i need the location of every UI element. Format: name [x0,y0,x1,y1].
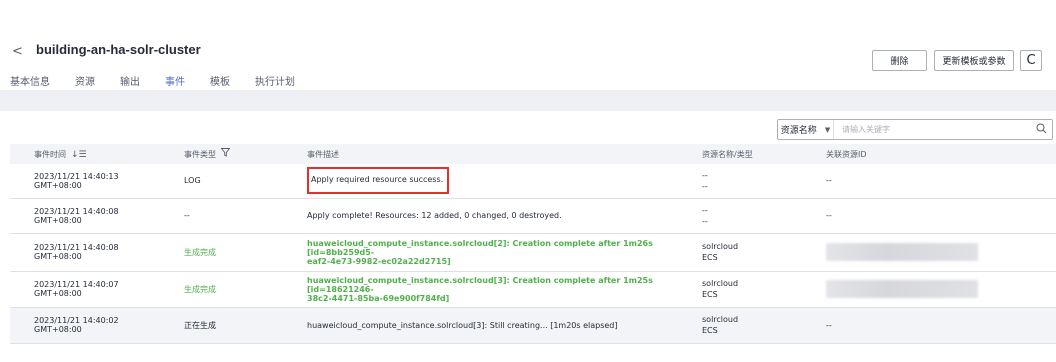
col-header-resource: 资源名称/类型 [678,144,802,164]
resource-name-type: solrcloud ECS [678,307,802,344]
refresh-button[interactable]: C [1020,50,1042,71]
event-time: 2023/11/21 14:40:07 GMT+08:00 [10,271,160,308]
event-desc: Apply complete! Resources: 12 added, 0 c… [283,198,678,234]
filter-icon[interactable] [220,148,231,160]
search-icon[interactable] [1030,123,1052,137]
resource-name-type: -- -- [678,198,802,234]
col-header-time[interactable]: 事件时间 ↓☰ [10,144,160,164]
event-time: 2023/11/21 14:40:02 GMT+08:00 [10,307,160,344]
page-header: < building-an-ha-solr-cluster 基本信息 资源 输出… [0,0,1056,96]
col-header-related: 关联资源ID [802,144,1056,164]
redacted-resource-id [826,243,978,261]
col-header-desc: 事件描述 [283,144,678,164]
related-resource-id: -- [802,307,1056,344]
resource-name-type: solrcloud ECS [678,271,802,308]
event-desc: huaweicloud_compute_instance.solrcloud[3… [283,271,678,308]
resource-name-type: -- -- [678,164,802,199]
related-resource-id [802,271,1056,308]
related-resource-id: -- [802,164,1056,199]
event-desc: huaweicloud_compute_instance.solrcloud[3… [283,307,678,344]
event-type: 生成完成 [160,271,283,308]
event-desc: huaweicloud_compute_instance.solrcloud[2… [283,233,678,272]
table-header-row: 事件时间 ↓☰ 事件类型 事件描述 资源名称/类型 关联资源ID [10,144,1056,164]
event-time: 2023/11/21 14:40:13 GMT+08:00 [10,164,160,199]
col-header-type[interactable]: 事件类型 [160,144,283,164]
filter-field-label: 资源名称 [780,126,817,136]
events-panel: 资源名称 ▼ 事件时间↓☰ 事件类型 事件描述 资源名称/类型 关联资源ID [10,111,1056,362]
refresh-icon: C [1026,53,1036,68]
events-table: 事件时间 ↓☰ 事件类型 事件描述 资源名称/类型 关联资源ID 2023/11/… [10,144,1056,344]
resource-name-type: solrcloud ECS [678,233,802,272]
highlighted-description: Apply required resource success. [307,167,450,195]
delete-button[interactable]: 删除 [872,50,927,71]
update-template-button[interactable]: 更新模板或参数 [934,50,1014,71]
table-row: 2023/11/21 14:40:02 GMT+08:00 正在生成 huawe… [10,307,1056,344]
filter-field-select[interactable]: 资源名称 ▼ [778,120,834,139]
table-row: 2023/11/21 14:40:08 GMT+08:00 -- Apply c… [10,198,1056,234]
back-icon[interactable]: < [12,44,23,59]
page-title: building-an-ha-solr-cluster [36,42,201,57]
event-type: -- [160,198,283,234]
table-row: 2023/11/21 14:40:07 GMT+08:00 生成完成 huawe… [10,271,1056,308]
related-resource-id: -- [802,198,1056,234]
event-desc: Apply required resource success. [283,164,678,199]
event-type: 生成完成 [160,233,283,272]
event-type: LOG [160,164,283,199]
content-divider [0,90,1056,111]
event-time: 2023/11/21 14:40:08 GMT+08:00 [10,198,160,234]
caret-down-icon: ▼ [824,125,831,134]
table-row: 2023/11/21 14:40:13 GMT+08:00 LOG Apply … [10,164,1056,199]
table-row: 2023/11/21 14:40:08 GMT+08:00 生成完成 huawe… [10,233,1056,272]
sort-icon[interactable]: ↓☰ [71,150,87,160]
event-time: 2023/11/21 14:40:08 GMT+08:00 [10,233,160,272]
related-resource-id [802,233,1056,272]
search-input[interactable] [834,120,1030,139]
search-filter: 资源名称 ▼ [777,119,1053,140]
event-type: 正在生成 [160,307,283,344]
redacted-resource-id [826,280,978,298]
